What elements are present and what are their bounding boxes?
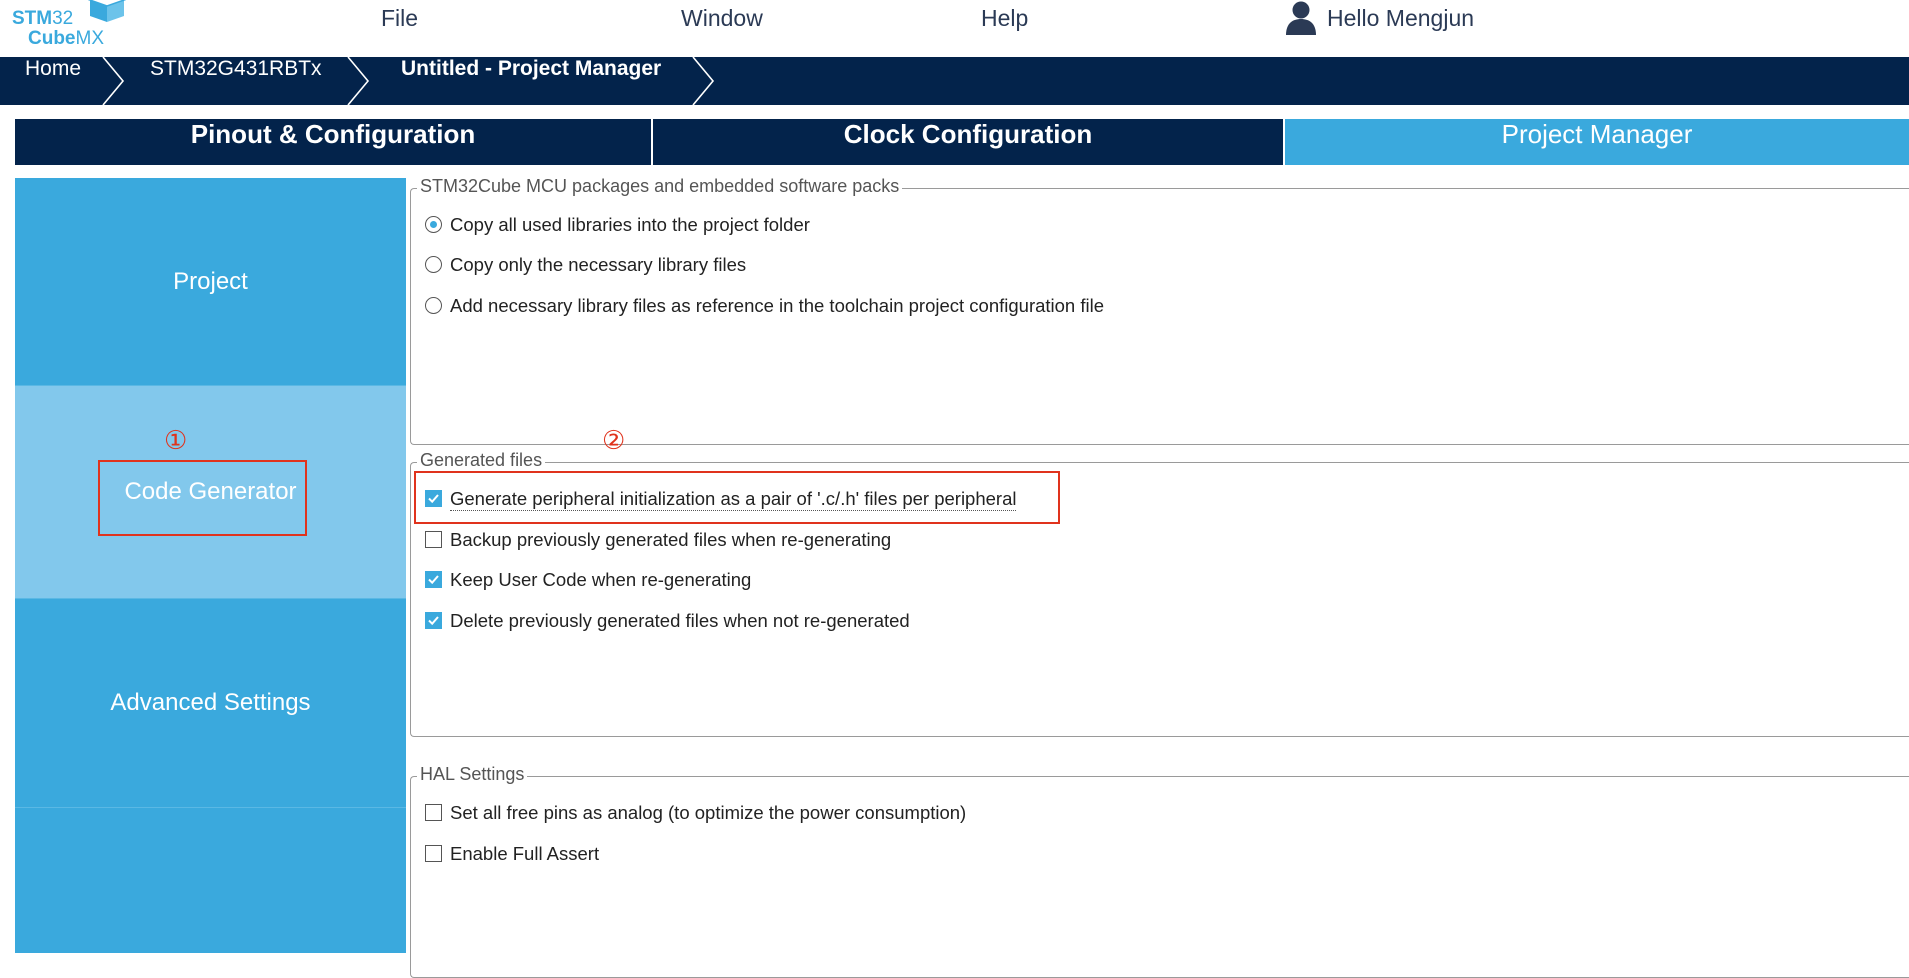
annotation-box-code-generator (98, 460, 307, 536)
option-label: Enable Full Assert (450, 843, 600, 864)
project-manager-sidenav: Project Code Generator Advanced Settings (15, 178, 406, 953)
menu-window[interactable]: Window (681, 5, 763, 32)
option-label: Add necessary library files as reference… (450, 295, 1105, 316)
tab-clock-configuration[interactable]: Clock Configuration (653, 119, 1283, 165)
menu-help[interactable]: Help (981, 5, 1028, 32)
packages-group-title: STM32Cube MCU packages and embedded soft… (417, 176, 903, 197)
breadcrumb-mcu[interactable]: STM32G431RBTx (150, 57, 322, 105)
cube-icon (88, 0, 126, 22)
hal-settings-group: HAL Settings Set all free pins as analog… (410, 764, 1909, 978)
breadcrumb-home[interactable]: Home (25, 57, 81, 105)
tab-project-manager[interactable]: Project Manager (1285, 119, 1909, 165)
sidenav-item-project[interactable]: Project (15, 178, 406, 385)
option-label: Copy all used libraries into the project… (450, 214, 810, 235)
option-label: Keep User Code when re-generating (450, 569, 752, 590)
tab-pinout-configuration[interactable]: Pinout & Configuration (15, 119, 651, 165)
main-tabs: Pinout & Configuration Clock Configurati… (15, 119, 1909, 165)
radio-selected-icon (425, 216, 442, 233)
menu-bar: STM32 CubeMX File Window Help Hello Meng… (0, 0, 1909, 57)
annotation-box-generate-peripheral (414, 471, 1060, 524)
checkbox-unchecked-icon (425, 531, 442, 548)
radio-unselected-icon (425, 256, 442, 273)
logo-line2: CubeMX (28, 28, 104, 49)
option-label: Delete previously generated files when n… (450, 610, 910, 631)
checkbox-checked-icon (425, 612, 442, 629)
annotation-marker-2: ② (602, 426, 626, 456)
user-icon (1286, 1, 1316, 35)
packages-group: STM32Cube MCU packages and embedded soft… (410, 176, 1909, 445)
checkbox-checked-icon (425, 571, 442, 588)
sidenav-divider (15, 807, 406, 808)
user-greeting: Hello Mengjun (1327, 5, 1475, 31)
option-label: Backup previously generated files when r… (450, 529, 892, 550)
logo-line1: STM32 (12, 8, 74, 29)
option-label: Copy only the necessary library files (450, 254, 747, 275)
breadcrumb: Home STM32G431RBTx Untitled - Project Ma… (0, 57, 1909, 105)
sidenav-item-advanced-settings[interactable]: Advanced Settings (15, 599, 406, 807)
checkbox-unchecked-icon (425, 845, 442, 862)
checkbox-unchecked-icon (425, 804, 442, 821)
menu-file[interactable]: File (381, 5, 418, 32)
annotation-marker-1: ① (164, 426, 188, 456)
breadcrumb-project-manager[interactable]: Untitled - Project Manager (401, 57, 661, 105)
stm32cubemx-logo: STM32 CubeMX (10, 0, 126, 52)
option-label: Set all free pins as analog (to optimize… (450, 802, 967, 823)
hal-settings-group-title: HAL Settings (417, 764, 528, 785)
breadcrumb-chevron-icon (692, 57, 715, 105)
code-generator-panel: STM32Cube MCU packages and embedded soft… (406, 176, 1909, 978)
breadcrumb-chevron-icon (102, 57, 125, 105)
generated-files-group-title: Generated files (417, 450, 546, 471)
breadcrumb-chevron-icon (347, 57, 370, 105)
radio-unselected-icon (425, 297, 442, 314)
